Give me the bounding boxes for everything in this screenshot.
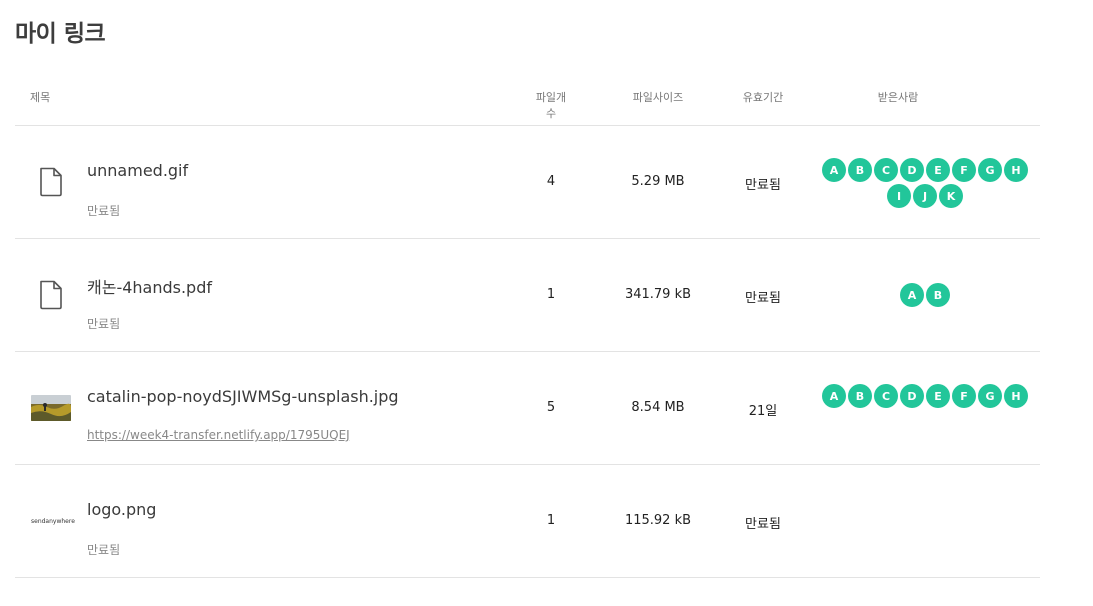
- recipient-avatar: F: [952, 384, 976, 408]
- file-size: 115.92 kB: [624, 513, 692, 528]
- recipient-avatar: E: [926, 158, 950, 182]
- page-title: 마이 링크: [15, 21, 106, 47]
- recipient-avatar: A: [822, 158, 846, 182]
- recipient-avatar: A: [900, 283, 924, 307]
- recipient-avatar: B: [848, 158, 872, 182]
- recipient-avatar: I: [887, 184, 911, 208]
- column-header-file-count: 파일개수: [535, 91, 567, 120]
- column-header-title: 제목: [30, 91, 51, 104]
- file-name[interactable]: 캐논-4hands.pdf: [87, 274, 212, 298]
- recipient-list: A B C D E F G H I J K: [820, 158, 1030, 208]
- file-count: 4: [546, 174, 556, 189]
- recipient-avatar: H: [1004, 158, 1028, 182]
- recipient-avatar: B: [848, 384, 872, 408]
- logo-thumbnail: sendanywhere: [31, 515, 75, 527]
- column-header-recipients: 받은사람: [877, 91, 919, 104]
- recipient-avatar: E: [926, 384, 950, 408]
- file-size: 8.54 MB: [631, 400, 685, 415]
- link-status: 만료됨: [87, 317, 121, 331]
- recipient-avatar: A: [822, 384, 846, 408]
- file-icon: [31, 280, 71, 310]
- recipient-list: A B C D E F G H: [820, 384, 1030, 408]
- expiry: 만료됨: [745, 178, 781, 193]
- file-count: 1: [546, 513, 556, 528]
- table-row[interactable]: 캐논-4hands.pdf 만료됨 1 341.79 kB 만료됨 A B: [15, 239, 1040, 352]
- recipient-avatar: F: [952, 158, 976, 182]
- recipient-avatar: C: [874, 158, 898, 182]
- recipient-avatar: K: [939, 184, 963, 208]
- link-status: 만료됨: [87, 543, 121, 557]
- recipient-avatar: H: [1004, 384, 1028, 408]
- expiry: 21일: [748, 404, 778, 419]
- logo-text: sendanywhere: [31, 517, 75, 525]
- recipient-avatar: D: [900, 158, 924, 182]
- file-name[interactable]: unnamed.gif: [87, 161, 188, 180]
- share-link[interactable]: https://week4-transfer.netlify.app/1795U…: [87, 428, 350, 442]
- file-count: 1: [546, 287, 556, 302]
- recipient-avatar: B: [926, 283, 950, 307]
- recipient-avatar: G: [978, 384, 1002, 408]
- file-size: 341.79 kB: [624, 287, 692, 302]
- table-header: 제목 파일개수 파일사이즈 유효기간 받은사람: [15, 68, 1040, 126]
- table-row[interactable]: unnamed.gif 만료됨 4 5.29 MB 만료됨 A B C D E …: [15, 126, 1040, 239]
- recipient-avatar: D: [900, 384, 924, 408]
- recipient-avatar: J: [913, 184, 937, 208]
- column-header-expiry: 유효기간: [742, 91, 784, 104]
- expiry: 만료됨: [745, 291, 781, 306]
- file-name[interactable]: logo.png: [87, 500, 156, 519]
- file-size: 5.29 MB: [631, 174, 685, 189]
- recipient-list: A B: [820, 283, 1030, 307]
- recipient-avatar: G: [978, 158, 1002, 182]
- links-table: 제목 파일개수 파일사이즈 유효기간 받은사람 unnamed.gif 만료됨 …: [15, 68, 1040, 578]
- expiry: 만료됨: [745, 517, 781, 532]
- file-name[interactable]: catalin-pop-noydSJIWMSg-unsplash.jpg: [87, 387, 399, 406]
- file-icon: [31, 167, 71, 197]
- link-status: 만료됨: [87, 204, 121, 218]
- recipient-avatar: C: [874, 384, 898, 408]
- column-header-file-size: 파일사이즈: [632, 91, 684, 104]
- photo-thumbnail: [31, 395, 71, 421]
- table-row[interactable]: sendanywhere logo.png 만료됨 1 115.92 kB 만료…: [15, 465, 1040, 578]
- table-row[interactable]: catalin-pop-noydSJIWMSg-unsplash.jpg htt…: [15, 352, 1040, 465]
- file-count: 5: [546, 400, 556, 415]
